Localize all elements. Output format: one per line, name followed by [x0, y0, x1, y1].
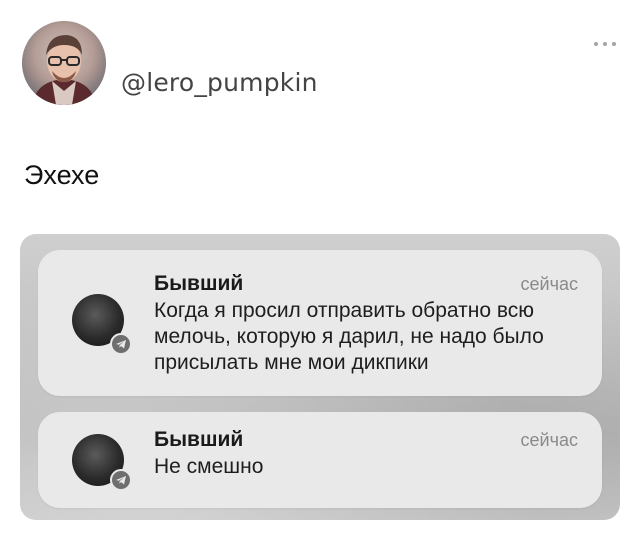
telegram-icon — [110, 333, 132, 355]
more-horizontal-icon[interactable] — [594, 40, 616, 48]
notification-sender: Бывший — [154, 272, 244, 295]
author-avatar[interactable] — [22, 21, 106, 105]
avatar-portrait-icon — [22, 21, 106, 105]
notification-time: сейчас — [520, 430, 578, 450]
notification-message: Не смешно — [154, 455, 264, 478]
notification-sender: Бывший — [154, 428, 244, 451]
post-header: @lero_pumpkin — [0, 0, 640, 120]
telegram-icon — [110, 469, 132, 491]
post-media-screenshot[interactable]: Бывший сейчас Когда я просил отправить о… — [20, 234, 620, 520]
notification-card: Бывший сейчас Не смешно — [38, 412, 602, 508]
notification-time: сейчас — [520, 274, 578, 294]
post-text: Эхехе — [24, 160, 100, 190]
notification-message: Когда я просил отправить обратно всю мел… — [154, 299, 544, 374]
notification-card: Бывший сейчас Когда я просил отправить о… — [38, 250, 602, 396]
author-username[interactable]: @lero_pumpkin — [121, 68, 318, 97]
